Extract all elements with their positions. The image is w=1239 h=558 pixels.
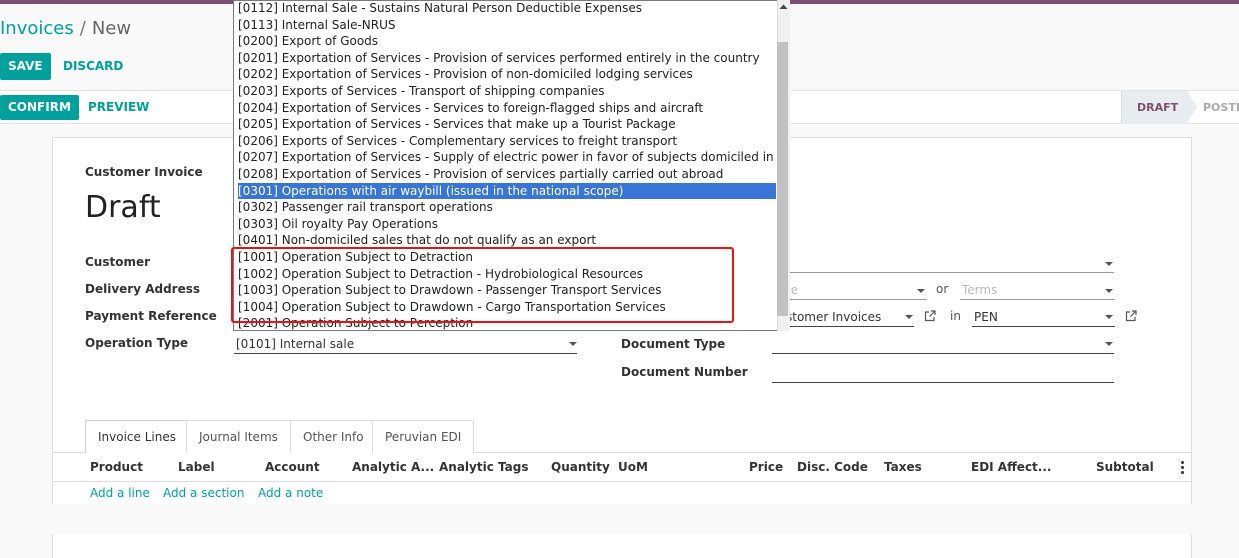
- terms-underline: [960, 299, 1115, 300]
- dropdown-option[interactable]: [0303] Oil royalty Pay Operations: [238, 216, 776, 232]
- customer-right-underline: [772, 272, 1114, 273]
- dropdown-option[interactable]: [0301] Operations with air waybill (issu…: [238, 182, 776, 199]
- or-text: or: [936, 282, 949, 296]
- operation-type-input[interactable]: [0101] Internal sale: [236, 337, 354, 351]
- dropdown-scroll-thumb[interactable]: [777, 42, 788, 316]
- column-header[interactable]: Analytic Tags: [439, 460, 528, 474]
- external-link-icon[interactable]: [1125, 310, 1137, 322]
- operation-type-caret-icon[interactable]: [569, 342, 577, 346]
- document-type-caret-icon[interactable]: [1105, 342, 1113, 346]
- document-type-underline[interactable]: [772, 353, 1114, 354]
- column-header[interactable]: UoM: [618, 460, 648, 474]
- customer-right-caret-icon[interactable]: [1105, 262, 1113, 266]
- dropdown-option[interactable]: [0203] Exports of Services - Transport o…: [238, 83, 776, 99]
- column-header[interactable]: Quantity: [551, 460, 610, 474]
- breadcrumb-invoices-link[interactable]: Invoices: [0, 18, 74, 39]
- annotation-highlight-box: [231, 247, 734, 323]
- column-header[interactable]: Subtotal: [1096, 460, 1154, 474]
- breadcrumb-separator: /: [79, 18, 86, 39]
- save-button[interactable]: SAVE: [0, 53, 51, 80]
- breadcrumb-current: New: [91, 18, 132, 39]
- dropdown-option[interactable]: [0113] Internal Sale-NRUS: [238, 17, 776, 33]
- stage-posted[interactable]: POSTED: [1203, 91, 1239, 124]
- external-link-icon[interactable]: [924, 310, 936, 322]
- currency-caret-icon[interactable]: [1105, 315, 1113, 319]
- dropdown-option[interactable]: [0208] Exportation of Services - Provisi…: [238, 166, 776, 182]
- column-header[interactable]: Account: [265, 460, 320, 474]
- dropdown-option[interactable]: [0206] Exports of Services - Complementa…: [238, 133, 776, 149]
- operation-type-underline: [234, 353, 577, 354]
- dropdown-option[interactable]: [0401] Non-domiciled sales that do not q…: [238, 232, 776, 248]
- column-header[interactable]: Product: [90, 460, 143, 474]
- journal-caret-icon[interactable]: [905, 315, 913, 319]
- document-type-label: Document Type: [621, 337, 726, 351]
- add-note-link[interactable]: Add a note: [258, 486, 323, 500]
- terms-caret-icon[interactable]: [1105, 289, 1113, 293]
- currency-underline: [972, 326, 1115, 327]
- column-header[interactable]: Disc. Code: [797, 460, 868, 474]
- in-text: in: [950, 309, 961, 323]
- operation-type-label: Operation Type: [85, 336, 189, 350]
- dropdown-option[interactable]: [0112] Internal Sale - Sustains Natural …: [238, 1, 776, 16]
- journal-underline: [772, 326, 914, 327]
- column-header[interactable]: EDI Affect...: [971, 460, 1051, 474]
- date-underline: [772, 299, 927, 300]
- terms-input[interactable]: Terms: [962, 283, 997, 297]
- page-title: Draft: [85, 190, 161, 225]
- currency-input[interactable]: PEN: [974, 310, 998, 324]
- add-section-link[interactable]: Add a section: [163, 486, 244, 500]
- stage-arrow: [1187, 91, 1197, 123]
- payment-reference-label: Payment Reference: [85, 309, 217, 323]
- add-line-link[interactable]: Add a line: [90, 486, 150, 500]
- invoice-type-label: Customer Invoice: [85, 165, 203, 179]
- dropdown-option[interactable]: [0302] Passenger rail transport operatio…: [238, 199, 776, 215]
- tab-journal-items[interactable]: Journal Items: [186, 420, 291, 453]
- column-header[interactable]: Price: [749, 460, 783, 474]
- dropdown-option[interactable]: [0205] Exportation of Services - Service…: [238, 116, 776, 132]
- date-caret-icon[interactable]: [917, 289, 925, 293]
- breadcrumb: Invoices / New: [0, 18, 131, 39]
- column-options-icon[interactable]: [1181, 461, 1184, 476]
- delivery-address-label: Delivery Address: [85, 282, 201, 296]
- tab-other-info[interactable]: Other Info: [290, 420, 377, 453]
- document-number-label: Document Number: [621, 365, 748, 379]
- column-header[interactable]: Taxes: [884, 460, 922, 474]
- preview-button[interactable]: PREVIEW: [88, 95, 149, 120]
- dropdown-option[interactable]: [0207] Exportation of Services - Supply …: [238, 149, 789, 165]
- table-header-divider: [52, 481, 1192, 482]
- tab-invoice-lines[interactable]: Invoice Lines: [85, 420, 189, 453]
- confirm-button[interactable]: CONFIRM: [0, 95, 79, 120]
- column-header[interactable]: Label: [178, 460, 215, 474]
- dropdown-option[interactable]: [0200] Export of Goods: [238, 33, 776, 49]
- dropdown-option[interactable]: [0202] Exportation of Services - Provisi…: [238, 66, 776, 82]
- scroll-up-icon[interactable]: [779, 3, 788, 10]
- discard-button[interactable]: DISCARD: [63, 53, 123, 80]
- stage-draft[interactable]: DRAFT: [1121, 91, 1187, 124]
- document-number-input[interactable]: [772, 382, 1114, 383]
- tab-peruvian-edi[interactable]: Peruvian EDI: [372, 420, 475, 453]
- journal-input[interactable]: stomer Invoices: [786, 310, 881, 324]
- table-row: [52, 504, 1192, 534]
- dropdown-option[interactable]: [0201] Exportation of Services - Provisi…: [238, 50, 776, 66]
- customer-label: Customer: [85, 255, 151, 269]
- column-header[interactable]: Analytic A...: [352, 460, 434, 474]
- dropdown-option[interactable]: [0204] Exportation of Services - Service…: [238, 100, 776, 116]
